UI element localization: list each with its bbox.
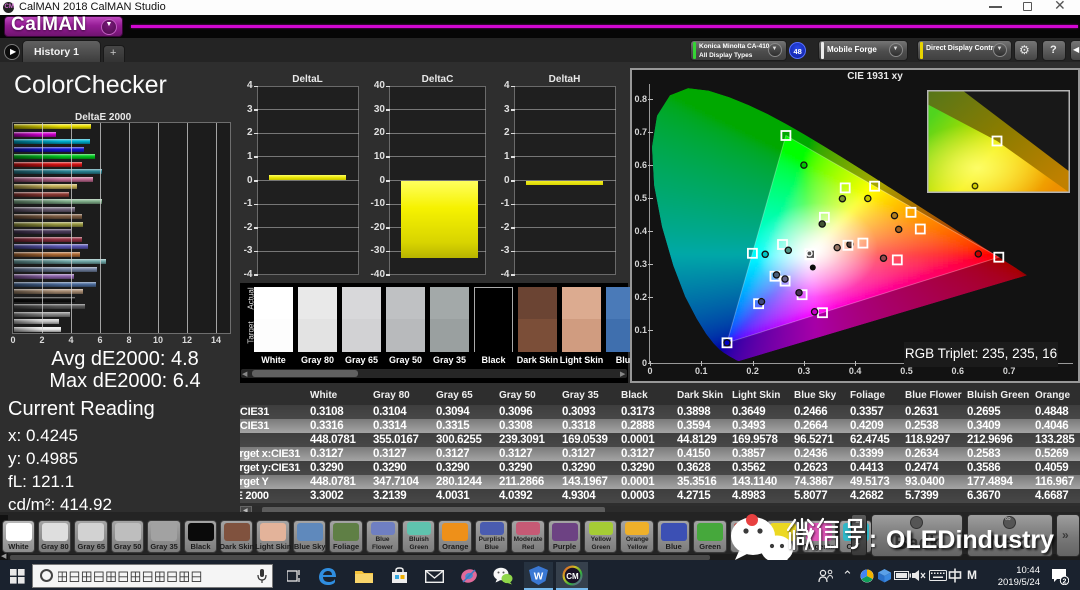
svg-text:2: 2 — [1063, 578, 1067, 585]
svg-text:CM: CM — [566, 572, 579, 581]
svg-text::: : — [869, 526, 877, 553]
svg-text:W: W — [534, 572, 544, 583]
